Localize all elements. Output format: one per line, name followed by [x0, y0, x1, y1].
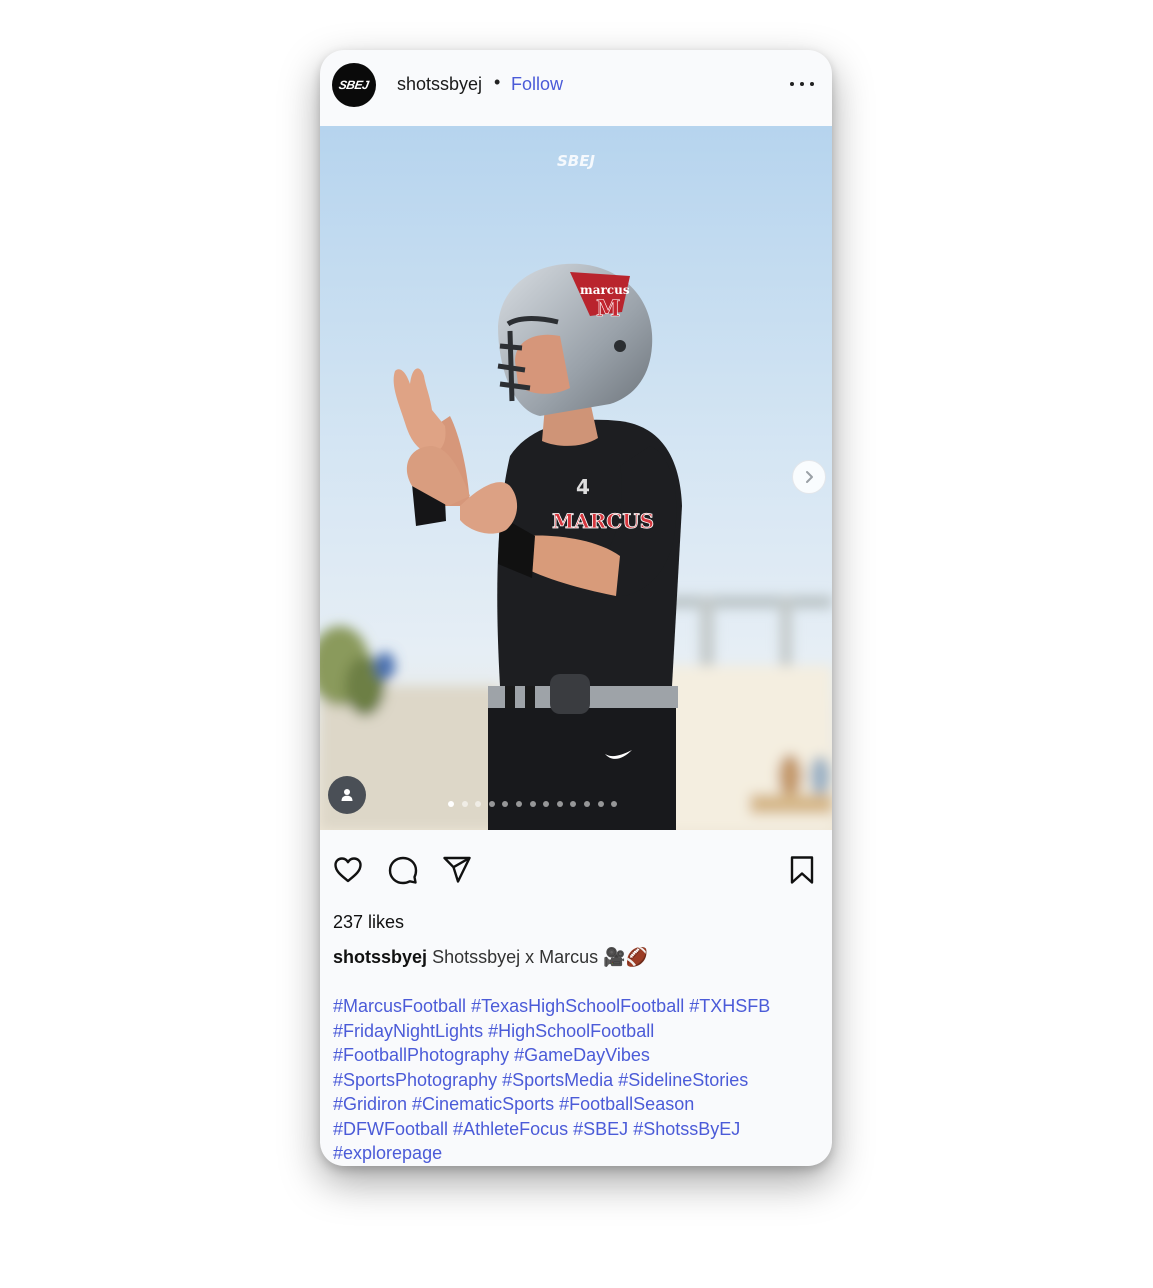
carousel-dot — [461, 801, 468, 807]
chevron-right-icon — [806, 471, 813, 483]
bookmark-icon — [790, 856, 814, 884]
share-button[interactable] — [441, 854, 473, 886]
caption: shotssbyej Shotssbyej x Marcus 🎥🏈 — [333, 947, 648, 968]
hashtag-link[interactable]: #SportsMedia — [502, 1070, 613, 1090]
hashtag-link[interactable]: #SBEJ — [573, 1119, 628, 1139]
photo-watermark: SBEJ — [557, 152, 595, 170]
hashtag-link[interactable]: #ShotssByEJ — [633, 1119, 740, 1139]
comment-icon — [388, 856, 418, 885]
next-slide-button[interactable] — [792, 460, 826, 494]
hashtag-line: #DFWFootball #AthleteFocus #SBEJ #Shotss… — [333, 1117, 803, 1142]
hashtag-link[interactable]: #AthleteFocus — [453, 1119, 568, 1139]
football-player-image: SBEJ MARCUS 4 marcus M — [320, 126, 832, 830]
hashtag-list: #MarcusFootball #TexasHighSchoolFootball… — [333, 994, 803, 1166]
hashtag-link[interactable]: #TexasHighSchoolFootball — [471, 996, 684, 1016]
comment-button[interactable] — [387, 854, 419, 886]
post-header: SBEJ shotssbyej • Follow — [320, 50, 832, 126]
hashtag-link[interactable]: #SidelineStories — [618, 1070, 748, 1090]
hashtag-link[interactable]: #CinematicSports — [412, 1094, 554, 1114]
post-card: SBEJ shotssbyej • Follow SBEJ MARCUS 4 m… — [320, 50, 832, 1166]
carousel-dot — [529, 801, 536, 807]
jersey-number: 4 — [576, 475, 590, 499]
hashtag-link[interactable]: #FridayNightLights — [333, 1021, 483, 1041]
hashtag-line: #Gridiron #CinematicSports #FootballSeas… — [333, 1092, 803, 1117]
hashtag-link[interactable]: #TXHSFB — [689, 996, 770, 1016]
hashtag-link[interactable]: #FootballSeason — [559, 1094, 694, 1114]
heart-icon — [334, 857, 362, 883]
avatar[interactable]: SBEJ — [332, 63, 376, 107]
save-button[interactable] — [786, 854, 818, 886]
hashtag-link[interactable]: #Gridiron — [333, 1094, 407, 1114]
hashtag-link[interactable]: #GameDayVibes — [514, 1045, 650, 1065]
hashtag-link[interactable]: #FootballPhotography — [333, 1045, 509, 1065]
post-photo[interactable]: SBEJ MARCUS 4 marcus M — [320, 126, 832, 830]
like-button[interactable] — [332, 854, 364, 886]
carousel-dot — [584, 801, 590, 807]
tagged-users-button[interactable] — [328, 776, 366, 814]
user-tag-icon — [341, 789, 353, 801]
hashtag-link[interactable]: #SportsPhotography — [333, 1070, 497, 1090]
carousel-dot — [556, 801, 563, 807]
carousel-dot — [488, 801, 495, 807]
hashtag-line: #FootballPhotography #GameDayVibes — [333, 1043, 803, 1068]
follow-button[interactable]: Follow — [511, 74, 563, 95]
post-actions — [320, 850, 832, 894]
likes-count[interactable]: 237 likes — [333, 912, 404, 933]
helmet-text: marcus — [580, 283, 630, 297]
hashtag-line: #FridayNightLights #HighSchoolFootball — [333, 1019, 803, 1044]
post-username[interactable]: shotssbyej — [397, 74, 482, 95]
caption-username[interactable]: shotssbyej — [333, 947, 427, 967]
more-options-button[interactable] — [790, 78, 814, 90]
hashtag-line: #explorepage — [333, 1141, 803, 1166]
share-icon — [443, 856, 471, 883]
jersey-text: MARCUS — [552, 509, 654, 533]
carousel-dot — [516, 801, 522, 807]
more-icon — [790, 82, 794, 86]
hashtag-link[interactable]: #HighSchoolFootball — [488, 1021, 654, 1041]
hashtag-link[interactable]: #DFWFootball — [333, 1119, 448, 1139]
carousel-dot — [597, 801, 604, 807]
hashtag-link[interactable]: #MarcusFootball — [333, 996, 466, 1016]
carousel-dot — [448, 801, 454, 807]
caption-text: Shotssbyej x Marcus 🎥🏈 — [432, 947, 648, 967]
hashtag-line: #MarcusFootball #TexasHighSchoolFootball… — [333, 994, 803, 1019]
helmet-letter: M — [596, 296, 620, 322]
avatar-logo: SBEJ — [338, 78, 370, 92]
separator-dot: • — [494, 72, 501, 92]
hashtag-line: #SportsPhotography #SportsMedia #Sidelin… — [333, 1068, 803, 1093]
hashtag-link[interactable]: #explorepage — [333, 1143, 442, 1163]
